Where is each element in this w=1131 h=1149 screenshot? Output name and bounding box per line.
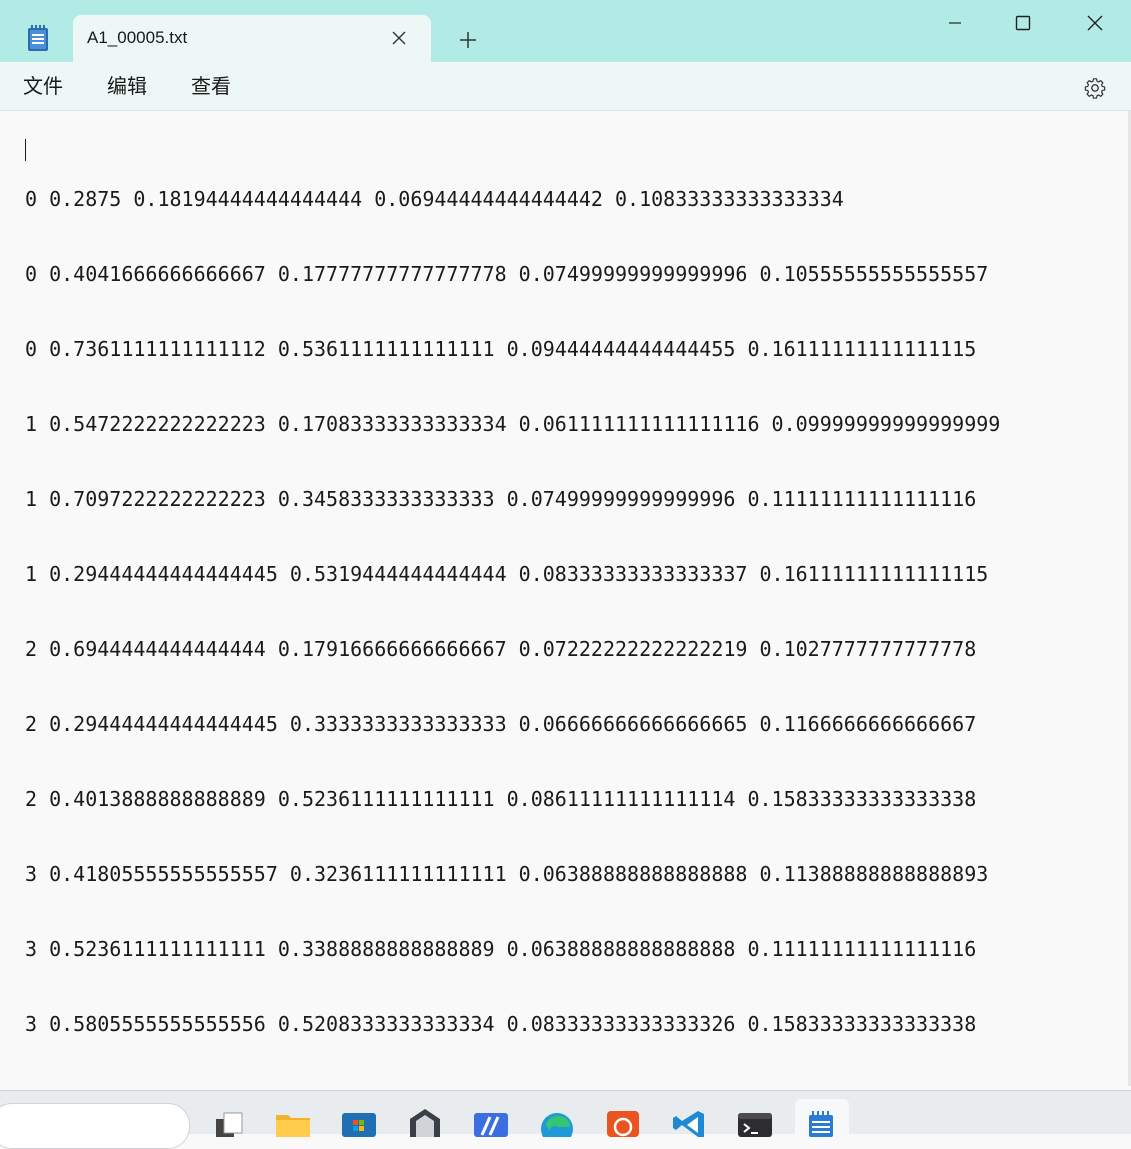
plus-icon[interactable] bbox=[456, 28, 480, 52]
notepad-window: A1_00005.txt 文件 编辑 查看 0 0.2875 0.1819444… bbox=[0, 0, 1131, 1090]
menu-edit[interactable]: 编辑 bbox=[107, 74, 147, 98]
text-line: 1 0.5472222222222223 0.17083333333333334… bbox=[25, 412, 1001, 436]
text-content[interactable]: 0 0.2875 0.18194444444444444 0.069444444… bbox=[25, 137, 1000, 1087]
text-line: 2 0.29444444444444445 0.3333333333333333… bbox=[25, 712, 977, 736]
text-line: 0 0.7361111111111112 0.5361111111111111 … bbox=[25, 337, 977, 361]
menu-bar: 文件 编辑 查看 bbox=[0, 62, 1131, 111]
gear-icon[interactable] bbox=[1082, 75, 1108, 101]
notepad-icon bbox=[26, 24, 50, 52]
taskbar-search-box[interactable] bbox=[0, 1103, 190, 1149]
menu-file[interactable]: 文件 bbox=[23, 74, 63, 98]
close-window-icon[interactable] bbox=[1072, 8, 1118, 38]
text-line: 1 0.29444444444444445 0.5319444444444444… bbox=[25, 562, 989, 586]
text-caret bbox=[25, 139, 26, 161]
text-line: 2 0.6944444444444444 0.17916666666666667… bbox=[25, 637, 977, 661]
text-editor[interactable]: 0 0.2875 0.18194444444444444 0.069444444… bbox=[0, 111, 1131, 1086]
tab-title: A1_00005.txt bbox=[87, 28, 188, 47]
minimize-icon[interactable] bbox=[932, 8, 978, 38]
title-bar[interactable]: A1_00005.txt bbox=[0, 0, 1131, 62]
tab-document[interactable]: A1_00005.txt bbox=[73, 15, 431, 62]
text-line: 0 0.2875 0.18194444444444444 0.069444444… bbox=[25, 187, 844, 211]
menu-view[interactable]: 查看 bbox=[191, 74, 231, 98]
text-line: 3 0.5236111111111111 0.3388888888888889 … bbox=[25, 937, 977, 961]
text-line: 2 0.4013888888888889 0.5236111111111111 … bbox=[25, 787, 977, 811]
text-line: 3 0.5805555555555556 0.5208333333333334 … bbox=[25, 1012, 977, 1036]
text-line: 1 0.7097222222222223 0.3458333333333333 … bbox=[25, 487, 977, 511]
text-line: 0 0.4041666666666667 0.17777777777777778… bbox=[25, 262, 989, 286]
taskbar bbox=[0, 1090, 1131, 1149]
text-line: 3 0.41805555555555557 0.3236111111111111… bbox=[25, 862, 989, 886]
maximize-icon[interactable] bbox=[1000, 8, 1046, 38]
close-icon[interactable] bbox=[387, 26, 411, 50]
